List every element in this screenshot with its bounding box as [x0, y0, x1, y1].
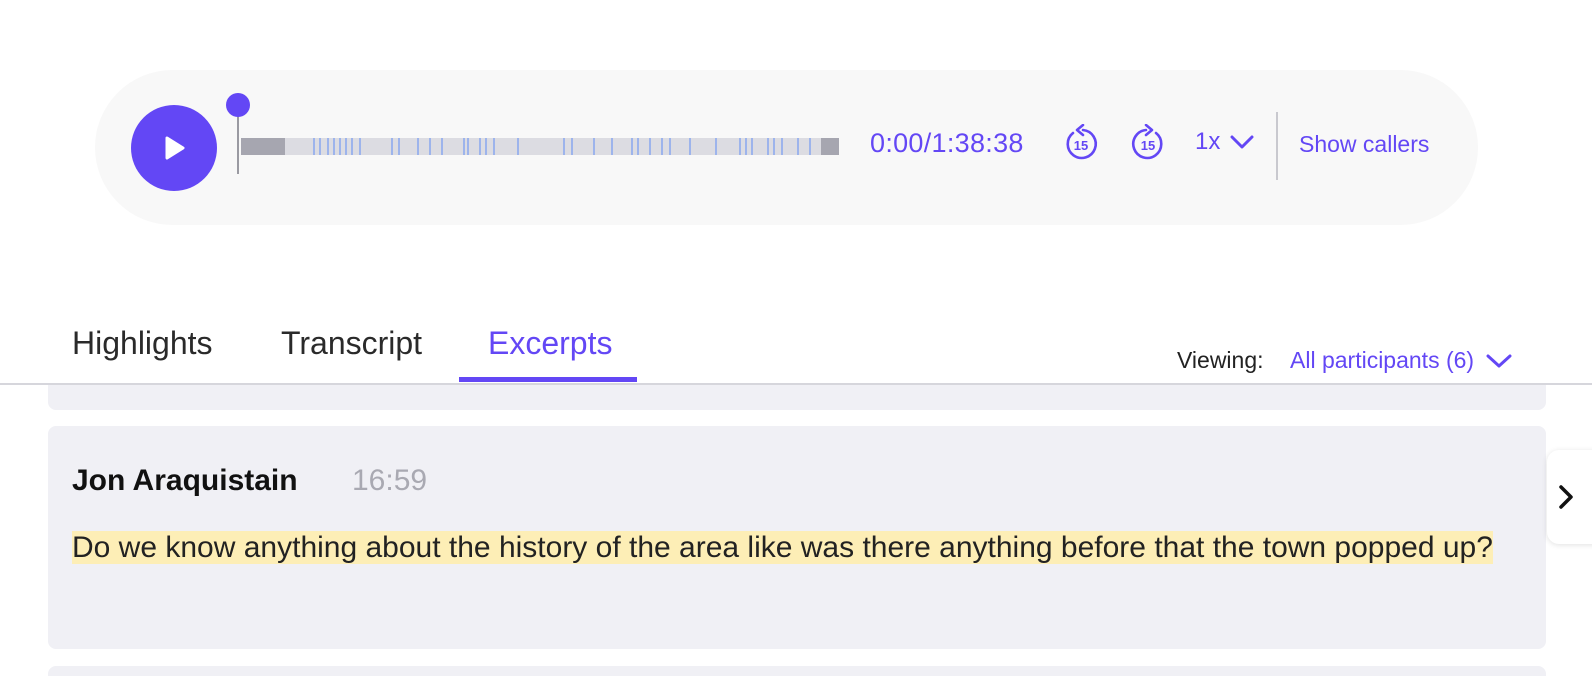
audio-player: 0:00/1:38:38 15 15 1x Show callers — [95, 70, 1478, 225]
timeline-marker — [781, 138, 783, 155]
time-display: 0:00/1:38:38 — [870, 128, 1024, 158]
timeline-marker — [689, 138, 691, 155]
highlighted-text: Do we know anything about the history of… — [72, 531, 1493, 564]
viewing-label: Viewing: — [1177, 347, 1264, 373]
play-button[interactable] — [131, 105, 217, 191]
timeline-marker — [767, 138, 769, 155]
participants-filter-value: All participants (6) — [1290, 347, 1475, 373]
speaker-name: Jon Araquistain — [72, 464, 298, 497]
timeline-marker — [593, 138, 595, 155]
played-segment — [241, 138, 285, 155]
excerpt-card: Jon Araquistain 16:59 Do we know anythin… — [48, 426, 1546, 649]
timeline-marker — [669, 138, 671, 155]
tab-excerpts[interactable]: Excerpts — [488, 325, 612, 362]
timeline-marker — [739, 138, 741, 155]
timeline-marker — [391, 138, 393, 155]
timeline-marker — [517, 138, 519, 155]
timeline-marker — [479, 138, 481, 155]
tab-transcript[interactable]: Transcript — [281, 325, 422, 362]
timeline-marker — [345, 138, 347, 155]
timeline-marker — [773, 138, 775, 155]
chevron-right-icon — [1559, 485, 1573, 509]
skip-forward-button[interactable]: 15 — [1128, 123, 1168, 164]
timeline-marker — [313, 138, 315, 155]
skip-forward-15-icon: 15 — [1131, 123, 1163, 160]
timeline-marker — [797, 138, 799, 155]
expand-panel-button[interactable] — [1547, 450, 1592, 544]
show-callers-button[interactable]: Show callers — [1299, 131, 1429, 158]
timeline-marker — [339, 138, 341, 155]
tab-highlights[interactable]: Highlights — [72, 325, 213, 362]
timeline-marker — [571, 138, 573, 155]
timeline-marker — [563, 138, 565, 155]
timeline-marker — [661, 138, 663, 155]
timeline-marker — [715, 138, 717, 155]
timeline-marker — [493, 138, 495, 155]
excerpt-timestamp[interactable]: 16:59 — [352, 464, 427, 498]
excerpt-card-next — [48, 666, 1546, 676]
timeline-marker — [631, 138, 633, 155]
timeline-marker — [359, 138, 361, 155]
excerpt-card-previous — [48, 385, 1546, 410]
svg-text:15: 15 — [1141, 138, 1155, 153]
timeline-marker — [333, 138, 335, 155]
svg-text:15: 15 — [1074, 138, 1088, 153]
skip-back-button[interactable]: 15 — [1061, 123, 1101, 164]
timeline-marker — [637, 138, 639, 155]
participants-filter-select[interactable]: All participants (6) — [1290, 347, 1512, 374]
timeline-marker — [745, 138, 747, 155]
timeline-marker — [398, 138, 400, 155]
timeline-marker — [351, 138, 353, 155]
timeline-marker — [485, 138, 487, 155]
playhead-handle[interactable] — [226, 93, 250, 117]
timeline-marker — [441, 138, 443, 155]
timeline-marker — [463, 138, 465, 155]
timeline-marker — [751, 138, 753, 155]
active-tab-indicator — [459, 377, 637, 382]
timeline-marker — [327, 138, 329, 155]
timeline-marker — [417, 138, 419, 155]
chevron-down-icon — [1230, 135, 1254, 149]
playhead-line — [237, 110, 239, 174]
timeline-marker — [467, 138, 469, 155]
excerpt-text: Do we know anything about the history of… — [72, 524, 1522, 572]
play-icon — [165, 136, 185, 160]
timeline-marker — [429, 138, 431, 155]
divider — [1276, 112, 1278, 180]
timeline-marker — [611, 138, 613, 155]
audio-timeline[interactable] — [241, 138, 839, 155]
timeline-marker — [319, 138, 321, 155]
timeline-marker — [809, 138, 811, 155]
timeline-marker — [649, 138, 651, 155]
playback-speed-select[interactable]: 1x — [1195, 128, 1254, 156]
playback-speed-value: 1x — [1195, 128, 1221, 155]
end-segment — [821, 138, 839, 155]
skip-back-15-icon: 15 — [1066, 123, 1098, 160]
chevron-down-icon — [1486, 354, 1512, 367]
